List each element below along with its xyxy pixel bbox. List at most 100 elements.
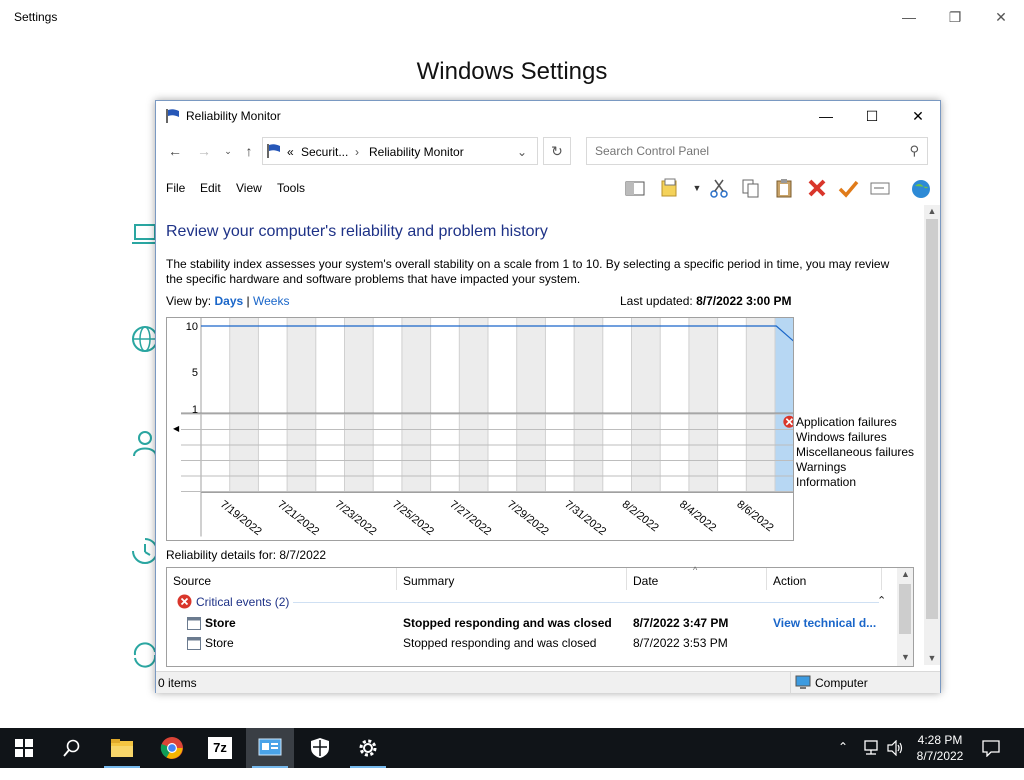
scroll-down-arrow-icon[interactable]: ▼ [901,652,910,662]
back-arrow-icon[interactable]: ← [165,141,185,161]
menu-edit[interactable]: Edit [200,181,221,195]
up-arrow-icon[interactable]: ↑ [239,141,259,161]
scroll-down-arrow-icon[interactable]: ▼ [924,653,940,663]
chart-day-column [688,318,718,492]
network-icon[interactable] [862,740,880,756]
taskbar-settings[interactable] [344,728,392,768]
taskbar-clock[interactable]: 4:28 PM 8/7/2022 [912,732,968,764]
column-separator[interactable] [626,568,627,590]
folder-options-dropdown-icon[interactable]: ▼ [686,177,708,199]
reliability-chart-svg[interactable]: 10 5 1 7/19/2022 7/21/2022 7/23/2022 7/25/2022… [167,318,793,540]
reliability-chart[interactable]: 10 5 1 7/19/2022 7/21/2022 7/23/2022 7/25/2022… [166,317,794,541]
copy-icon[interactable] [740,177,762,199]
globe-help-icon[interactable] [908,177,934,199]
row-date: 8/7/2022 3:47 PM [633,616,729,630]
column-header-action[interactable]: Action [773,574,806,588]
breadcrumb-overflow[interactable]: « [287,145,294,159]
status-item-count: 0 items [158,676,197,690]
table-scroll-thumb[interactable] [899,584,911,634]
chart-x-tick-label: 7/31/2022 [562,498,608,538]
window-titlebar[interactable]: Reliability Monitor — ☐ ✕ [156,101,940,131]
address-bar[interactable]: « Securit... › Reliability Monitor ⌄ [262,137,538,165]
page-description: The stability index assesses your system… [166,257,890,286]
chart-x-tick-label: 7/19/2022 [218,498,264,538]
rename-icon[interactable] [869,177,891,199]
paste-clipboard-icon[interactable] [773,177,795,199]
search-input[interactable] [595,144,895,158]
view-days-link[interactable]: Days [214,294,243,308]
legend-miscellaneous-failures: Miscellaneous failures [796,445,915,459]
show-hidden-icons-chevron[interactable]: ⌃ [838,740,848,780]
taskbar-security[interactable] [296,728,344,768]
flag-icon [267,144,280,158]
app-window-icon [187,637,201,650]
column-header-summary[interactable]: Summary [403,574,454,588]
folder-options-icon[interactable] [659,177,681,199]
chart-day-column [229,318,259,492]
scroll-up-arrow-icon[interactable]: ▲ [924,206,940,216]
content-pane: Review your computer's reliability and p… [156,205,924,667]
flag-icon [166,109,179,123]
volume-icon[interactable] [886,740,904,756]
recent-locations-chevron-icon[interactable]: ⌄ [218,141,238,161]
view-separator: | [246,294,250,308]
address-dropdown-icon[interactable]: ⌄ [517,145,527,159]
table-row[interactable]: Store Stopped responding and was closed … [167,614,897,634]
table-scrollbar[interactable]: ▲ ▼ [897,568,913,666]
breadcrumb-security[interactable]: Securit... [301,145,348,159]
delete-x-icon[interactable] [806,177,828,199]
close-button[interactable]: ✕ [978,6,1024,28]
scroll-up-arrow-icon[interactable]: ▲ [901,569,910,579]
properties-checkmark-icon[interactable] [837,177,859,199]
refresh-icon[interactable]: ↻ [543,137,571,165]
content-scrollbar[interactable]: ▲ ▼ [924,205,940,665]
search-box[interactable]: ⚲ [586,137,928,165]
chart-day-column [344,318,374,492]
chart-scroll-left-arrow-icon[interactable]: ◀ [173,424,180,433]
content-scroll-thumb[interactable] [926,219,938,619]
taskbar-control-panel[interactable] [246,728,294,768]
chart-day-column [258,318,288,492]
cut-scissors-icon[interactable] [708,177,730,199]
minimize-button[interactable]: — [886,6,932,28]
view-weeks-link[interactable]: Weeks [253,294,289,308]
windows-start-icon [15,739,33,757]
critical-error-icon [177,594,192,609]
minimize-button[interactable]: — [803,101,849,131]
column-header-source[interactable]: Source [173,574,211,588]
chart-x-tick-label: 7/21/2022 [275,498,321,538]
chart-legend: Application failures Windows failures Mi… [796,415,914,490]
taskbar-chrome[interactable] [148,728,196,768]
preview-pane-icon[interactable] [624,177,646,199]
status-bar: 0 items Computer [156,671,940,694]
column-separator[interactable] [766,568,767,590]
column-separator[interactable] [396,568,397,590]
menu-file[interactable]: File [166,181,185,195]
taskbar-7zip[interactable]: 7z [196,728,244,768]
view-by-control: View by: Days | Weeks [166,294,289,308]
status-zone-label: Computer [815,676,868,690]
chart-x-tick-label: 8/4/2022 [677,498,718,534]
search-icon[interactable]: ⚲ [909,143,919,159]
chart-day-column [373,318,402,492]
maximize-button[interactable]: ☐ [849,101,895,131]
file-explorer-icon [111,739,133,757]
table-row[interactable]: Store Stopped responding and was closed … [167,634,897,654]
taskbar-file-explorer[interactable] [98,728,146,768]
forward-arrow-icon[interactable]: → [194,141,214,161]
column-separator[interactable] [881,568,882,590]
reliability-monitor-window: Reliability Monitor — ☐ ✕ ← → ⌄ ↑ « Secu… [155,100,941,694]
breadcrumb-reliability-monitor[interactable]: Reliability Monitor [369,145,464,159]
menu-view[interactable]: View [236,181,262,195]
chart-day-column [430,318,460,492]
legend-information: Information [796,475,857,489]
start-button[interactable] [0,728,48,768]
maximize-button[interactable]: ❐ [932,6,978,28]
menu-tools[interactable]: Tools [277,181,305,195]
collapse-chevron-icon[interactable]: ⌃ [877,594,886,607]
notifications-icon[interactable] [982,739,1000,757]
close-button[interactable]: ✕ [895,101,941,131]
taskbar-search-button[interactable] [48,728,96,768]
column-header-date[interactable]: Date [633,574,658,588]
view-technical-details-link[interactable]: View technical d... [773,616,876,630]
